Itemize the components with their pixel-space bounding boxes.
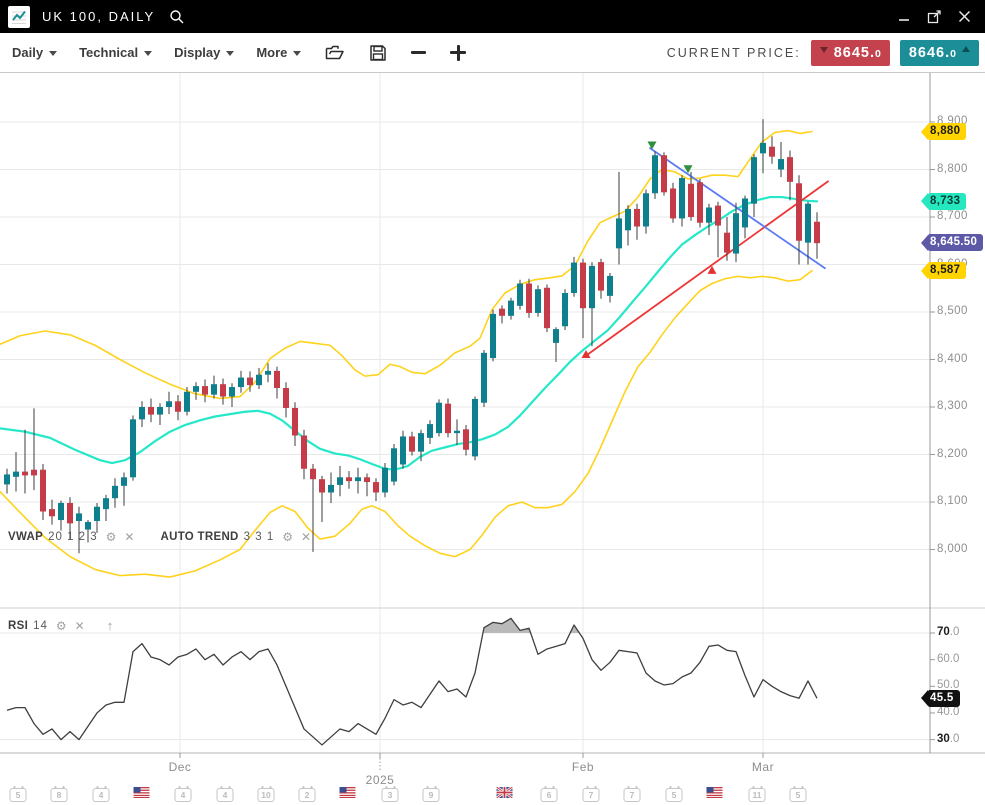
price-axis-label: 8,500 [937,305,968,317]
economic-event-calendar-icon[interactable]: 2 [299,785,316,802]
candlestick-chart[interactable] [0,73,985,805]
economic-event-calendar-icon[interactable]: 11 [749,785,766,802]
price-axis-label: 8,000 [937,543,968,555]
economic-event-calendar-icon[interactable]: 5 [666,785,683,802]
rsi-axis-label: 60.0 [937,653,959,665]
price-axis-label: 8,300 [937,400,968,412]
vwap-remove-icon[interactable]: ✕ [124,530,134,544]
sell-price-value: 8645. [834,45,875,61]
economic-event-calendar-icon[interactable]: 10 [258,785,275,802]
us-flag-icon[interactable] [134,785,151,802]
autotrend-label: AUTO TREND [160,531,238,543]
close-icon[interactable] [951,4,977,30]
vwap-settings-gear-icon[interactable]: ⚙ [106,530,117,544]
economic-event-calendar-icon[interactable]: 4 [93,785,110,802]
lower-band-badge: 8,587 [921,262,966,279]
zoom-in-button[interactable] [450,45,466,61]
price-axis-label: 8,200 [937,448,968,460]
chevron-down-icon [226,51,234,56]
chevron-down-icon [49,51,57,56]
buy-price-button[interactable]: 8646. 0 [900,40,979,66]
rsi-label: RSI [8,620,28,632]
timeframe-menu[interactable]: Daily [12,45,57,60]
upper-band-badge: 8,880 [921,123,966,140]
current-price-label: CURRENT PRICE: [667,46,801,60]
zoom-out-button[interactable] [411,51,426,55]
rsi-value-badge: 45.5 [921,690,960,707]
buy-price-value: 8646. [909,45,950,61]
price-up-arrow-icon [962,46,970,52]
economic-event-calendar-icon[interactable]: 5 [790,785,807,802]
chevron-down-icon [293,51,301,56]
us-flag-icon[interactable] [707,785,724,802]
economic-event-calendar-icon[interactable]: 4 [175,785,192,802]
search-icon[interactable] [169,9,185,25]
economic-event-calendar-icon[interactable]: 7 [624,785,641,802]
more-menu[interactable]: More [256,45,301,60]
open-folder-icon[interactable] [325,44,345,61]
economic-event-calendar-icon[interactable]: 4 [217,785,234,802]
economic-event-calendar-icon[interactable]: 3 [382,785,399,802]
autotrend-settings-gear-icon[interactable]: ⚙ [282,530,293,544]
price-axis-label: 8,100 [937,495,968,507]
price-down-arrow-icon [820,47,828,53]
rsi-remove-icon[interactable]: ✕ [75,619,85,633]
rsi-axis-label: 70.0 [937,626,959,638]
chart-area[interactable]: VWAP 20 1 2 3 ⚙ ✕ AUTO TREND 3 3 1 ⚙ ✕ R… [0,73,985,805]
vwap-badge: 8,733 [921,193,966,210]
economic-event-calendar-icon[interactable]: 7 [583,785,600,802]
title-bar: UK 100, DAILY [0,0,985,33]
technical-menu[interactable]: Technical [79,45,152,60]
chart-toolbar: Daily Technical Display More CURRENT PRI… [0,33,985,73]
time-axis-label: Mar [752,760,774,774]
app-logo-icon [8,6,30,28]
time-axis-label: Dec [169,760,192,774]
display-menu-label: Display [174,45,220,60]
rsi-legend-row: RSI 14 ⚙ ✕ ↑ [8,618,113,633]
sell-price-button[interactable]: 8645. 0 [811,40,890,66]
economic-event-calendar-icon[interactable]: 5 [10,785,27,802]
rsi-move-up-icon[interactable]: ↑ [107,618,114,633]
autotrend-params: 3 3 1 [244,531,275,543]
uk-flag-icon[interactable] [497,785,514,802]
vwap-label: VWAP [8,531,43,543]
minimize-button[interactable] [891,4,917,30]
technical-menu-label: Technical [79,45,138,60]
more-menu-label: More [256,45,287,60]
rsi-settings-gear-icon[interactable]: ⚙ [56,619,67,633]
display-menu[interactable]: Display [174,45,234,60]
economic-event-calendar-icon[interactable]: 9 [423,785,440,802]
economic-event-calendar-icon[interactable]: 6 [541,785,558,802]
vwap-params: 20 1 2 3 [48,531,98,543]
price-axis-label: 8,700 [937,210,968,222]
autotrend-remove-icon[interactable]: ✕ [301,530,311,544]
popout-window-icon[interactable] [921,4,947,30]
vwap-legend-row: VWAP 20 1 2 3 ⚙ ✕ AUTO TREND 3 3 1 ⚙ ✕ [8,530,311,544]
rsi-params: 14 [33,620,48,632]
us-flag-icon[interactable] [340,785,357,802]
economic-event-calendar-icon[interactable]: 8 [51,785,68,802]
time-axis-label: Feb [572,760,594,774]
chart-title: UK 100, DAILY [42,9,155,24]
price-axis-label: 8,800 [937,163,968,175]
save-icon[interactable] [369,44,387,62]
price-axis-label: 8,400 [937,353,968,365]
last-price-badge: 8,645.50 [921,234,983,251]
chevron-down-icon [144,51,152,56]
timeframe-menu-label: Daily [12,45,43,60]
rsi-axis-label: 30.0 [937,733,959,745]
rsi-axis-label: 40.0 [937,706,959,718]
